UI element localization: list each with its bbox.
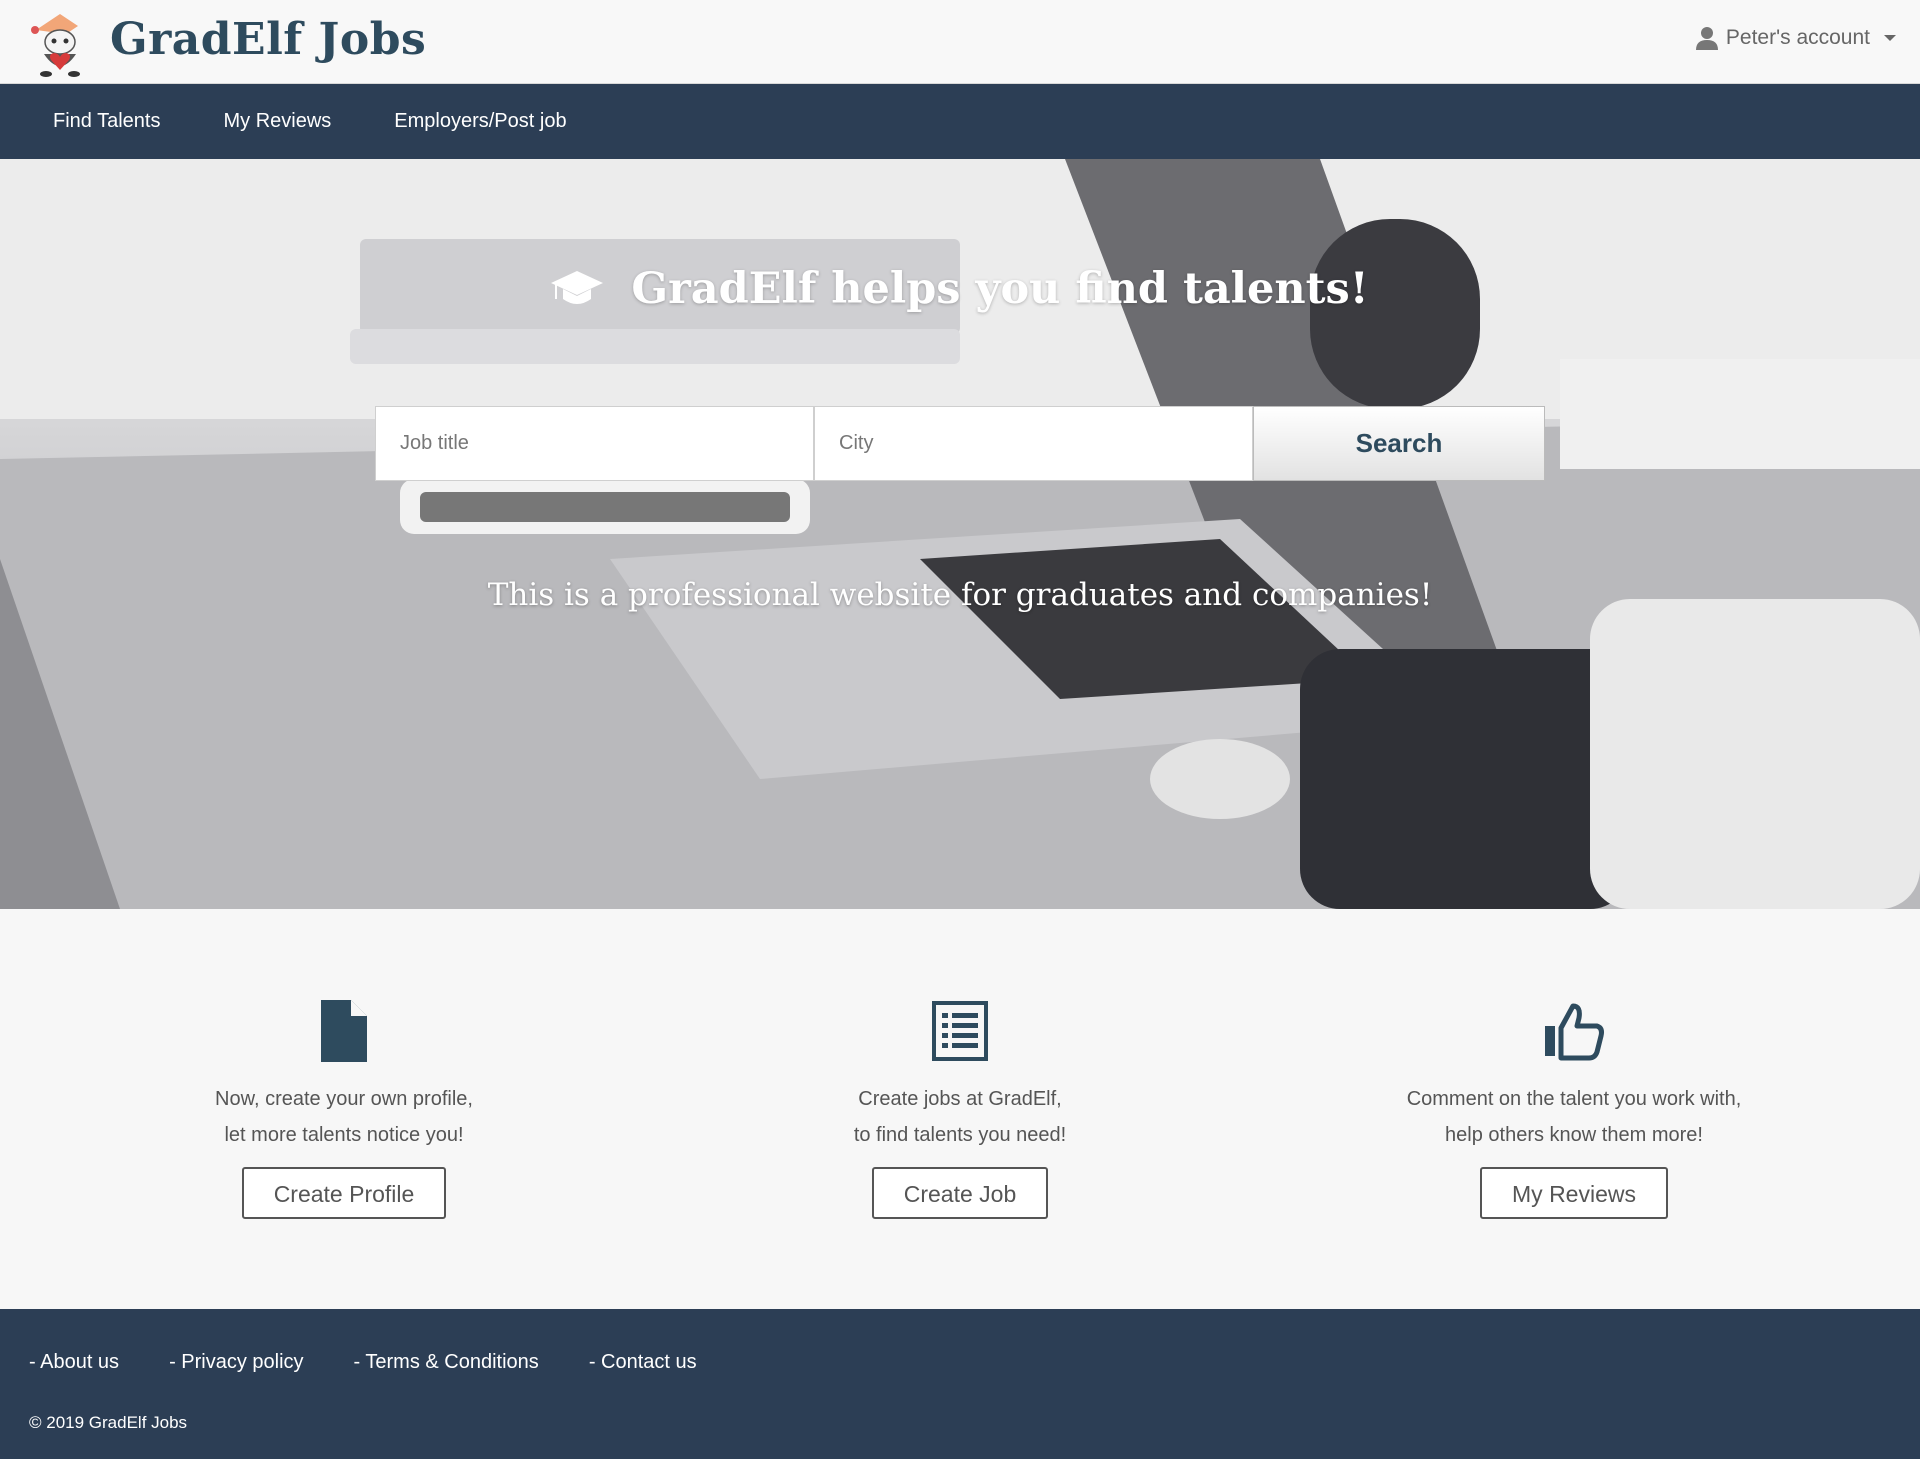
footer: - About us - Privacy policy - Terms & Co… xyxy=(0,1309,1920,1459)
copyright: © 2019 GradElf Jobs xyxy=(29,1413,188,1432)
top-header: GradElf Jobs Peter's account xyxy=(0,0,1920,84)
create-profile-button[interactable]: Create Profile xyxy=(241,1167,447,1219)
caret-down-icon xyxy=(1884,35,1896,41)
footer-link-terms[interactable]: - Terms & Conditions xyxy=(354,1351,539,1374)
file-icon xyxy=(321,1000,367,1062)
features-section: Now, create your own profile, let more t… xyxy=(0,909,1920,1309)
hero-title-text: GradElf helps you find talents! xyxy=(631,264,1369,314)
hero-subtitle: This is a professional website for gradu… xyxy=(487,577,1433,613)
footer-link-contact-us[interactable]: - Contact us xyxy=(589,1351,697,1374)
search-bar: Search xyxy=(375,406,1545,481)
nav-my-reviews[interactable]: My Reviews xyxy=(198,110,356,133)
city-input[interactable] xyxy=(814,406,1253,481)
nav-employers-post-job[interactable]: Employers/Post job xyxy=(369,110,591,133)
feature-create-job: Create jobs at GradElf, to find talents … xyxy=(660,999,1260,1219)
footer-link-privacy-policy[interactable]: - Privacy policy xyxy=(169,1351,303,1374)
account-menu[interactable]: Peter's account xyxy=(1695,26,1896,50)
main-nav: Find Talents My Reviews Employers/Post j… xyxy=(0,84,1920,159)
feature-text-line2: to find talents you need! xyxy=(853,1124,1067,1146)
gradelf-logo[interactable] xyxy=(26,8,94,80)
search-button[interactable]: Search xyxy=(1253,406,1545,481)
footer-link-about-us[interactable]: - About us xyxy=(29,1351,119,1374)
nav-find-talents[interactable]: Find Talents xyxy=(28,110,185,133)
my-reviews-button[interactable]: My Reviews xyxy=(1480,1167,1668,1219)
feature-text-line2: help others know them more! xyxy=(1445,1124,1703,1146)
create-job-button[interactable]: Create Job xyxy=(871,1167,1049,1219)
graduation-cap-icon xyxy=(551,271,604,304)
account-label: Peter's account xyxy=(1725,26,1870,49)
brand-title[interactable]: GradElf Jobs xyxy=(110,14,426,65)
feature-text-line1: Create jobs at GradElf, xyxy=(858,1088,1062,1110)
feature-text-line1: Now, create your own profile, xyxy=(215,1088,473,1110)
feature-text-line1: Comment on the talent you work with, xyxy=(1406,1088,1742,1110)
feature-text-line2: let more talents notice you! xyxy=(224,1124,464,1146)
feature-my-reviews: Comment on the talent you work with, hel… xyxy=(1274,999,1874,1219)
footer-links: - About us - Privacy policy - Terms & Co… xyxy=(29,1351,747,1374)
feature-create-profile: Now, create your own profile, let more t… xyxy=(44,999,644,1219)
job-title-input[interactable] xyxy=(375,406,814,481)
thumbs-up-icon xyxy=(1545,1003,1604,1061)
user-icon xyxy=(1695,27,1718,50)
hero-banner: GradElf helps you find talents! Search T… xyxy=(0,159,1920,909)
list-icon xyxy=(932,1001,988,1061)
hero-title: GradElf helps you find talents! xyxy=(0,264,1920,314)
